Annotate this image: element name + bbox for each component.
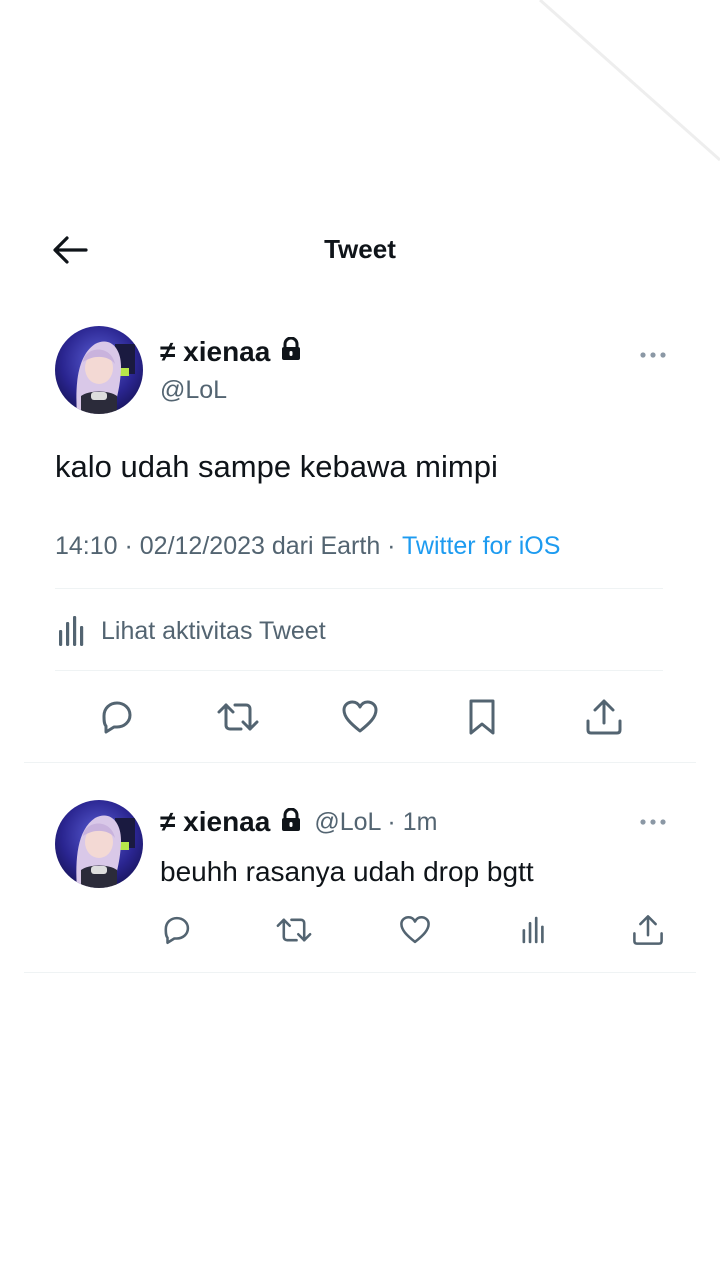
tweet-text: kalo udah sampe kebawa mimpi [55,449,498,484]
tweet-meta: 14:10 · 02/12/2023 dari Earth · Twitter … [55,532,560,561]
reply-like-button[interactable] [393,908,437,952]
heart-icon [400,915,430,944]
reply-icon [102,701,132,734]
analytics-icon [59,616,84,646]
divider [55,670,663,671]
tweet-action-bar [56,692,664,742]
divider [24,762,696,763]
tweet-timestamp: 14:10 · 02/12/2023 dari Earth · [55,532,396,560]
reply-icon [164,916,190,945]
reply-share-button[interactable] [626,908,670,952]
author-handle[interactable]: @LoL [160,376,227,405]
author-name[interactable]: ≠ xienaa [160,336,302,368]
views-icon [522,916,544,944]
bookmark-button[interactable] [457,692,507,742]
more-dots-icon [640,819,666,825]
retweet-icon [217,703,259,731]
reply-more-options-button[interactable] [633,810,673,834]
share-icon [633,915,663,945]
reply-header: ≠ xienaa @LoL · 1m [160,806,437,838]
share-icon [586,699,622,735]
reply-action-bar [150,908,680,952]
lock-icon [280,807,302,837]
reply-button[interactable] [91,692,141,742]
retweet-icon [276,918,312,942]
heart-icon [342,700,378,733]
decorative-corner-line [539,0,720,162]
reply-reply-button[interactable] [154,908,198,952]
tweet-source-link[interactable]: Twitter for iOS [402,532,560,560]
reply-avatar[interactable] [55,800,143,888]
reply-retweet-button[interactable] [272,908,316,952]
share-button[interactable] [579,692,629,742]
more-options-button[interactable] [633,343,673,367]
lock-icon [280,336,302,368]
divider [24,972,696,973]
view-activity-button[interactable]: Lihat aktivitas Tweet [55,607,326,655]
avatar[interactable] [55,326,143,414]
retweet-button[interactable] [213,692,263,742]
more-dots-icon [640,352,666,358]
view-activity-label: Lihat aktivitas Tweet [101,616,326,645]
page-title: Tweet [324,234,396,264]
reply-author-name[interactable]: ≠ xienaa [160,806,270,838]
divider [55,588,663,589]
reply-handle-time: @LoL · 1m [314,807,438,836]
like-button[interactable] [335,692,385,742]
reply-views-button[interactable] [512,908,556,952]
top-header: Tweet [0,210,720,286]
bookmark-icon [469,699,495,735]
author-name-text: ≠ xienaa [160,336,271,367]
reply-text: beuhh rasanya udah drop bgtt [160,856,534,887]
